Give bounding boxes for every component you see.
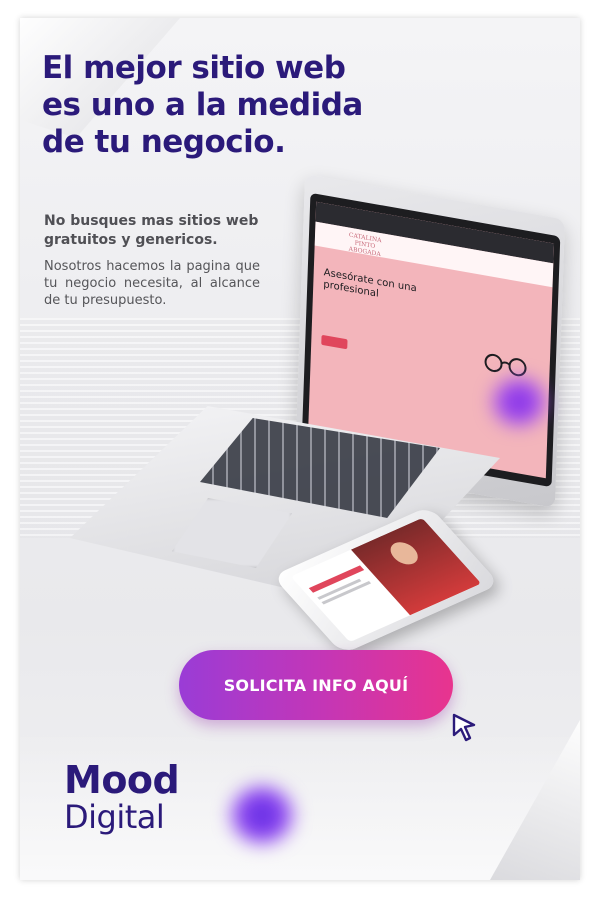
purple-glow-blob (230, 786, 294, 844)
purple-glow-blob (492, 378, 546, 426)
mood-digital-logo: Mood Digital (64, 758, 180, 836)
site-button (321, 334, 348, 350)
mouse-pointer-icon (452, 713, 476, 742)
headline-line-1: El mejor sitio web (42, 50, 346, 86)
headline-line-3: de tu negocio. (42, 124, 286, 160)
logo-line-2: Digital (64, 798, 165, 836)
site-logo: CATALINA PINTO ABOGADA (348, 231, 382, 259)
site-heading: Asesórate con una profesional (323, 267, 417, 300)
logo-line-1: Mood (64, 758, 180, 802)
headline-line-2: es uno a la medida (42, 87, 363, 123)
solicita-info-button[interactable]: SOLICITA INFO AQUÍ (179, 650, 453, 720)
glasses-icon (484, 353, 527, 377)
headline: El mejor sitio web es uno a la medida de… (42, 50, 462, 161)
